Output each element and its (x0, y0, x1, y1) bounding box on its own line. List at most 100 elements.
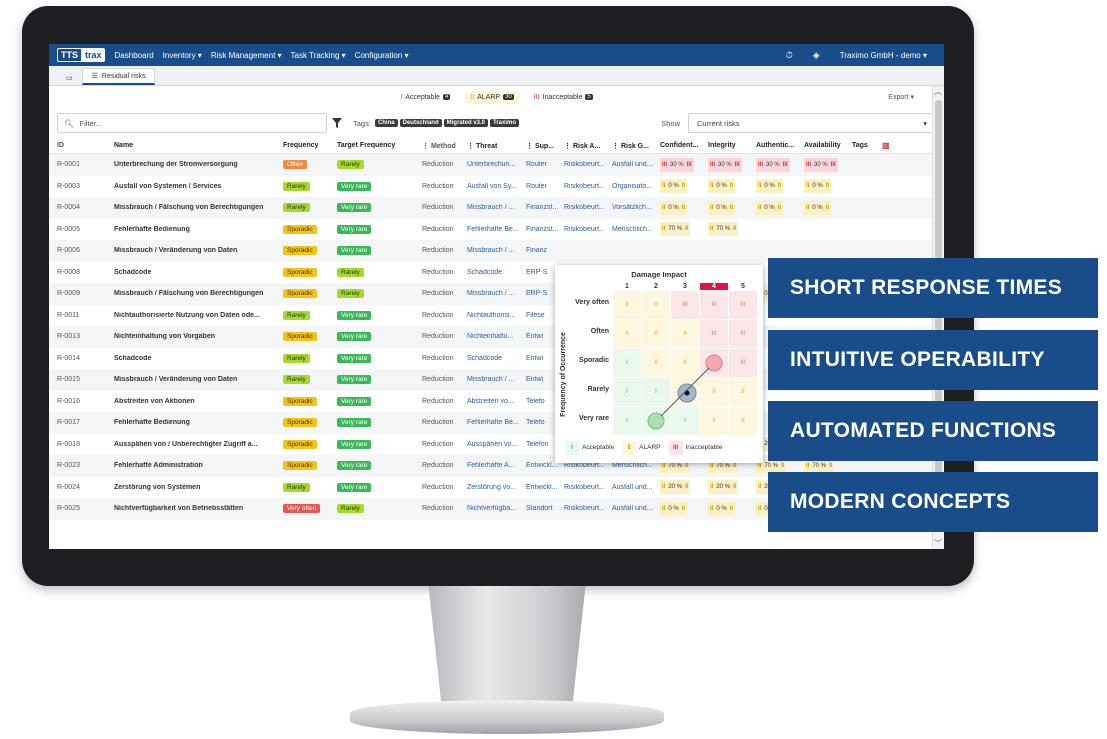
cell-name[interactable]: Zerstörung von Systemen (114, 484, 283, 491)
cell-name[interactable]: Fehlerhafte Bedienung (114, 419, 283, 426)
cell-risk-assessment-link[interactable]: Risikobeurt... (564, 462, 612, 469)
cell-sup-link[interactable]: Entwickl... (526, 484, 564, 491)
cell-name[interactable]: Nichteinhaltung von Vorgaben (114, 333, 283, 340)
tab-home[interactable]: ▭ (57, 71, 82, 85)
cell-risk-assessment-link[interactable]: Risikobeurt... (564, 183, 612, 190)
col-target-frequency[interactable]: Target Frequency (337, 142, 422, 149)
nav-configuration[interactable]: Configuration ▾ (355, 51, 409, 60)
cell-threat-link[interactable]: Ausfall von Sy... (467, 183, 526, 190)
cell-risk-group-link[interactable]: Menschlich... (612, 462, 660, 469)
cell-name[interactable]: Nichtauthorisierte Nutzung von Daten ode… (114, 312, 283, 319)
cell-risk-group-link[interactable]: Ausfall und... (612, 161, 660, 168)
tag-migrated[interactable]: Migrated v3.0 (443, 119, 488, 127)
cell-sup-link[interactable]: Finanzst... (526, 226, 564, 233)
nav-task-tracking[interactable]: Task Tracking ▾ (291, 51, 346, 60)
cell-sup-link[interactable]: Entwickl... (526, 462, 564, 469)
cell-name[interactable]: Fehlerhafte Bedienung (114, 226, 283, 233)
app-logo[interactable]: TTS trax (57, 48, 105, 62)
cell-risk-assessment-link[interactable]: Risikobeurt... (564, 226, 612, 233)
cell-threat-link[interactable]: Fehlerhafte Be... (467, 226, 526, 233)
tag-deutschland[interactable]: Deutschland (399, 119, 442, 127)
cell-threat-link[interactable]: Abstreiten vo... (467, 398, 526, 405)
layers-icon[interactable]: ◈ (813, 50, 820, 61)
cell-risk-group-link[interactable]: Ausfall und... (612, 484, 660, 491)
cell-sup-link[interactable]: Finanzst... (526, 204, 564, 211)
cell-name[interactable]: Missbrauch / Fälschung von Berechtigunge… (114, 290, 283, 297)
col-frequency[interactable]: Frequency (283, 142, 337, 149)
cell-name[interactable]: Nichtverfügbarkeit von Betriebsstätten (114, 505, 283, 512)
cell-threat-link[interactable]: Fehlerhafte A... (467, 462, 526, 469)
tag-china[interactable]: China (374, 119, 398, 127)
tab-residual-risks[interactable]: ☰ Residual risks (81, 68, 156, 85)
cell-sup-link[interactable]: Router (526, 183, 564, 190)
table-row[interactable]: R-0005 Fehlerhafte Bedienung Sporadic Very … (49, 219, 944, 241)
tag-traximo[interactable]: Traximo (489, 119, 519, 127)
cell-name[interactable]: Abstreiten von Aktionen (114, 398, 283, 405)
col-method[interactable]: ⋮ Method (422, 142, 467, 150)
col-name[interactable]: Name (114, 142, 283, 149)
col-confidentiality[interactable]: Confident... (660, 142, 708, 149)
cell-threat-link[interactable]: Ausspähen vo... (467, 441, 526, 448)
table-row[interactable]: R-0003 Ausfall von Systemen / Services Rar… (49, 176, 944, 198)
cell-threat-link[interactable]: Nichteinhaltu... (467, 333, 526, 340)
col-sup[interactable]: ⋮ Sup... (526, 142, 564, 150)
scroll-up-icon[interactable]: ︿ (934, 86, 942, 97)
nav-dashboard[interactable]: Dashboard (115, 51, 154, 60)
scroll-down-icon[interactable]: ﹀ (934, 538, 942, 549)
cell-risk-assessment-link[interactable]: Risikobeurt... (564, 505, 612, 512)
cell-name[interactable]: Fehlerhafte Administration (114, 462, 283, 469)
col-tags[interactable]: Tags (852, 142, 882, 149)
table-row[interactable]: R-0001 Unterbrechung der Stromversorgung O… (49, 154, 944, 176)
funnel-icon[interactable] (329, 115, 345, 131)
cell-threat-link[interactable]: Zerstörung vo... (467, 484, 526, 491)
col-id[interactable]: ID (57, 142, 114, 149)
cell-threat-link[interactable]: Missbrauch / ... (467, 204, 526, 211)
cell-threat-link[interactable]: Schadcode (467, 355, 526, 362)
cell-threat-link[interactable]: Schadcode (467, 269, 526, 276)
cell-name[interactable]: Unterbrechung der Stromversorgung (114, 161, 283, 168)
cell-threat-link[interactable]: Missbrauch / ... (467, 247, 526, 254)
filter-alarp[interactable]: II ALARP 30 (465, 91, 519, 103)
cell-threat-link[interactable]: Unterbrechun... (467, 161, 526, 168)
cell-name[interactable]: Ausspähen von / Unberechtigter Zugriff a… (114, 441, 283, 448)
cell-sup-link[interactable]: Standort (526, 505, 564, 512)
export-button[interactable]: Export ▾ (888, 93, 914, 101)
nav-risk-management[interactable]: Risk Management ▾ (211, 51, 282, 60)
col-risk-g[interactable]: ⋮ Risk G... (612, 142, 660, 150)
cell-risk-group-link[interactable]: Ausfall und... (612, 505, 660, 512)
nav-inventory[interactable]: Inventory ▾ (163, 51, 202, 60)
col-risk-a[interactable]: ⋮ Risk A... (564, 142, 612, 150)
filter-inacceptable[interactable]: III Inacceptable 5 (529, 92, 598, 103)
monitor-icon: ▭ (66, 75, 73, 82)
cell-name[interactable]: Missbrauch / Fälschung von Berechtigunge… (114, 204, 283, 211)
cell-sup-link[interactable]: Router (526, 161, 564, 168)
cell-risk-assessment-link[interactable]: Risikobeurt... (564, 484, 612, 491)
stopwatch-icon[interactable]: ⏱ (786, 50, 793, 61)
cell-risk-group-link[interactable]: Menschlich... (612, 226, 660, 233)
cell-threat-link[interactable]: Nichtverfügba... (467, 505, 526, 512)
search-input[interactable]: 🔍︎ Filter... (57, 113, 327, 133)
cell-name[interactable]: Schadcode (114, 269, 283, 276)
cell-threat-link[interactable]: Nichtauthorisi... (467, 312, 526, 319)
filter-acceptable[interactable]: I Acceptable 4 (395, 92, 455, 103)
user-menu[interactable]: Traximo GmbH - demo ▾ (840, 51, 927, 60)
cell-name[interactable]: Missbrauch / Veränderung von Daten (114, 247, 283, 254)
cell-name[interactable]: Missbrauch / Veränderung von Daten (114, 376, 283, 383)
cell-threat-link[interactable]: Fehlerhafte Be... (467, 419, 526, 426)
cell-risk-group-link[interactable]: Organisato... (612, 183, 660, 190)
column-settings-icon[interactable]: ▥ (882, 141, 890, 150)
cell-threat-link[interactable]: Missbrauch / ... (467, 376, 526, 383)
show-select[interactable]: Current risks ▾ (688, 113, 936, 133)
col-availability[interactable]: Availability (804, 142, 852, 149)
cell-risk-assessment-link[interactable]: Risikobeurt... (564, 204, 612, 211)
cell-name[interactable]: Ausfall von Systemen / Services (114, 183, 283, 190)
col-authenticity[interactable]: Authentic... (756, 142, 804, 149)
table-row[interactable]: R-0004 Missbrauch / Fälschung von Berecht… (49, 197, 944, 219)
cell-name[interactable]: Schadcode (114, 355, 283, 362)
cell-risk-group-link[interactable]: Vorsätzlich... (612, 204, 660, 211)
cell-risk-assessment-link[interactable]: Risikobeurt... (564, 161, 612, 168)
col-integrity[interactable]: Integrity (708, 142, 756, 149)
col-threat[interactable]: ⋮ Threat (467, 142, 526, 150)
cell-sup-link[interactable]: Finanz (526, 247, 564, 254)
cell-threat-link[interactable]: Missbrauch / ... (467, 290, 526, 297)
